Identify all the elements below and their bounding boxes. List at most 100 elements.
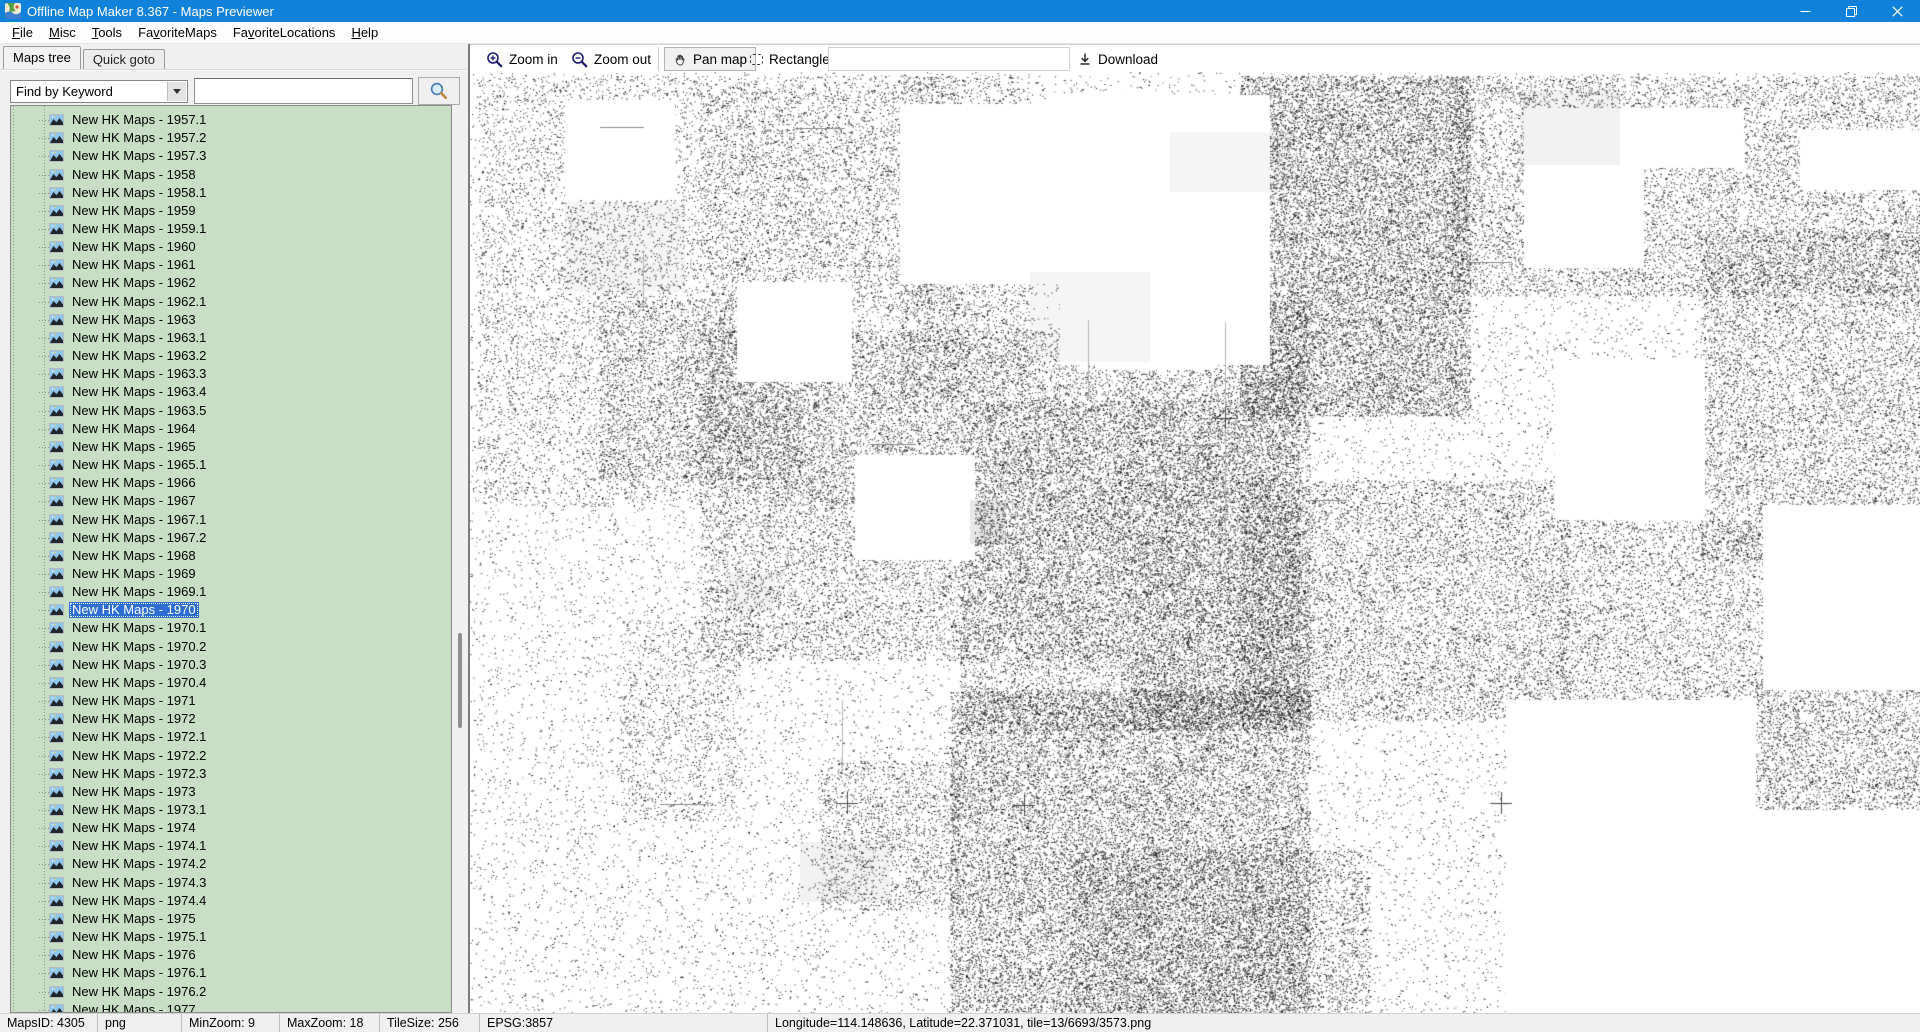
tree-row[interactable]: New HK Maps - 1970 <box>11 601 451 619</box>
tree-row[interactable]: New HK Maps - 1977 <box>11 1001 451 1013</box>
tree-connector <box>39 392 49 393</box>
tree-row[interactable]: New HK Maps - 1957.3 <box>11 147 451 165</box>
tree-row[interactable]: New HK Maps - 1972.1 <box>11 728 451 746</box>
tree-row[interactable]: New HK Maps - 1972.2 <box>11 746 451 764</box>
map-item-icon <box>49 1004 64 1013</box>
tree-row[interactable]: New HK Maps - 1972.3 <box>11 765 451 783</box>
tree-item-label: New HK Maps - 1966 <box>69 475 199 491</box>
tree-row[interactable]: New HK Maps - 1970.2 <box>11 638 451 656</box>
tree-row[interactable]: New HK Maps - 1976.2 <box>11 983 451 1001</box>
tree-row[interactable]: New HK Maps - 1958 <box>11 165 451 183</box>
tree-connector <box>39 774 49 775</box>
menu-file[interactable]: File <box>4 22 41 43</box>
tree-row[interactable]: New HK Maps - 1975 <box>11 910 451 928</box>
tree-item-label: New HK Maps - 1971 <box>69 693 199 709</box>
map-item-icon <box>49 550 64 562</box>
tree-row[interactable]: New HK Maps - 1962.1 <box>11 293 451 311</box>
tree-row[interactable]: New HK Maps - 1960 <box>11 238 451 256</box>
zoom-in-button[interactable]: Zoom in <box>486 45 558 73</box>
tree-item-label: New HK Maps - 1959 <box>69 203 199 219</box>
tree-row[interactable]: New HK Maps - 1959.1 <box>11 220 451 238</box>
tree-row[interactable]: New HK Maps - 1963.5 <box>11 402 451 420</box>
tree-connector <box>39 701 49 702</box>
tree-item-label: New HK Maps - 1963.1 <box>69 330 209 346</box>
find-by-keyword-value: Find by Keyword <box>16 81 113 102</box>
search-button[interactable] <box>418 77 460 105</box>
tree-row[interactable]: New HK Maps - 1973 <box>11 783 451 801</box>
tab-quick-goto[interactable]: Quick goto <box>83 49 165 69</box>
status-field: EPSG:3857 <box>480 1014 768 1032</box>
menu-favoritelocations[interactable]: FavoriteLocations <box>225 22 344 43</box>
tree-row[interactable]: New HK Maps - 1971 <box>11 692 451 710</box>
tree-row[interactable]: New HK Maps - 1963.1 <box>11 329 451 347</box>
tree-row[interactable]: New HK Maps - 1957.2 <box>11 129 451 147</box>
tree-row[interactable]: New HK Maps - 1975.1 <box>11 928 451 946</box>
tree-connector <box>39 756 49 757</box>
tree-row[interactable]: New HK Maps - 1964 <box>11 420 451 438</box>
tree-row[interactable]: New HK Maps - 1966 <box>11 474 451 492</box>
tree-row[interactable]: New HK Maps - 1958.1 <box>11 184 451 202</box>
rectangle-label: Rectangle <box>769 52 830 67</box>
zoom-out-button[interactable]: Zoom out <box>571 45 651 73</box>
rectangle-button[interactable]: Rectangle <box>750 45 830 73</box>
tree-row[interactable]: New HK Maps - 1969.1 <box>11 583 451 601</box>
minimize-button[interactable] <box>1782 0 1828 22</box>
tree-row[interactable]: New HK Maps - 1976.1 <box>11 964 451 982</box>
map-item-icon <box>49 350 64 362</box>
tree-row[interactable]: New HK Maps - 1965.1 <box>11 456 451 474</box>
menu-help[interactable]: Help <box>343 22 386 43</box>
tree-row[interactable]: New HK Maps - 1974.4 <box>11 892 451 910</box>
tree-row[interactable]: New HK Maps - 1970.4 <box>11 674 451 692</box>
tree-row[interactable]: New HK Maps - 1959 <box>11 202 451 220</box>
tree-connector <box>39 247 49 248</box>
restore-button[interactable] <box>1828 0 1874 22</box>
chevron-down-icon[interactable] <box>167 82 186 101</box>
coordinate-input[interactable] <box>828 47 1070 71</box>
tree-row[interactable]: New HK Maps - 1957.1 <box>11 111 451 129</box>
search-input[interactable] <box>194 78 413 104</box>
menu-tools[interactable]: Tools <box>84 22 130 43</box>
tree-row[interactable]: New HK Maps - 1974.2 <box>11 855 451 873</box>
map-item-icon <box>49 386 64 398</box>
tree-row[interactable]: New HK Maps - 1965 <box>11 438 451 456</box>
download-button[interactable]: Download <box>1078 45 1158 73</box>
tree-row[interactable]: New HK Maps - 1963 <box>11 311 451 329</box>
tree-item-label: New HK Maps - 1976.2 <box>69 984 209 1000</box>
tree-row[interactable]: New HK Maps - 1969 <box>11 565 451 583</box>
menu-favoritemaps[interactable]: FavoriteMaps <box>130 22 225 43</box>
tree-row[interactable]: New HK Maps - 1970.1 <box>11 619 451 637</box>
tree-item-label: New HK Maps - 1968 <box>69 548 199 564</box>
map-item-icon <box>49 604 64 616</box>
tree-scrollbar-thumb[interactable] <box>458 633 462 728</box>
tree-row[interactable]: New HK Maps - 1968 <box>11 547 451 565</box>
pan-map-button[interactable]: Pan map <box>664 47 756 71</box>
tree-row[interactable]: New HK Maps - 1963.3 <box>11 365 451 383</box>
map-item-icon <box>49 150 64 162</box>
tree-row[interactable]: New HK Maps - 1967 <box>11 492 451 510</box>
tree-row[interactable]: New HK Maps - 1967.2 <box>11 529 451 547</box>
tree-connector <box>39 138 49 139</box>
tree-item-label: New HK Maps - 1959.1 <box>69 221 209 237</box>
tab-maps-tree[interactable]: Maps tree <box>3 46 81 69</box>
tree-item-label: New HK Maps - 1972 <box>69 711 199 727</box>
tree-row[interactable]: New HK Maps - 1972 <box>11 710 451 728</box>
tree-item-label: New HK Maps - 1975.1 <box>69 929 209 945</box>
tree-row[interactable]: New HK Maps - 1976 <box>11 946 451 964</box>
tree-row[interactable]: New HK Maps - 1974.3 <box>11 874 451 892</box>
tree-row[interactable]: New HK Maps - 1961 <box>11 256 451 274</box>
maps-tree-list: New HK Maps - 1957.1New HK Maps - 1957.2… <box>10 105 452 1013</box>
tree-row[interactable]: New HK Maps - 1974 <box>11 819 451 837</box>
map-canvas[interactable] <box>470 72 1920 1013</box>
tree-row[interactable]: New HK Maps - 1974.1 <box>11 837 451 855</box>
find-by-keyword-select[interactable]: Find by Keyword <box>10 80 188 103</box>
tree-row[interactable]: New HK Maps - 1973.1 <box>11 801 451 819</box>
menu-misc[interactable]: Misc <box>41 22 84 43</box>
tree-connector <box>39 465 49 466</box>
tree-row[interactable]: New HK Maps - 1963.2 <box>11 347 451 365</box>
tree-row[interactable]: New HK Maps - 1967.1 <box>11 510 451 528</box>
close-button[interactable] <box>1874 0 1920 22</box>
tree-row[interactable]: New HK Maps - 1963.4 <box>11 383 451 401</box>
tree-scrollbar[interactable] <box>452 105 468 1013</box>
tree-row[interactable]: New HK Maps - 1970.3 <box>11 656 451 674</box>
tree-row[interactable]: New HK Maps - 1962 <box>11 274 451 292</box>
